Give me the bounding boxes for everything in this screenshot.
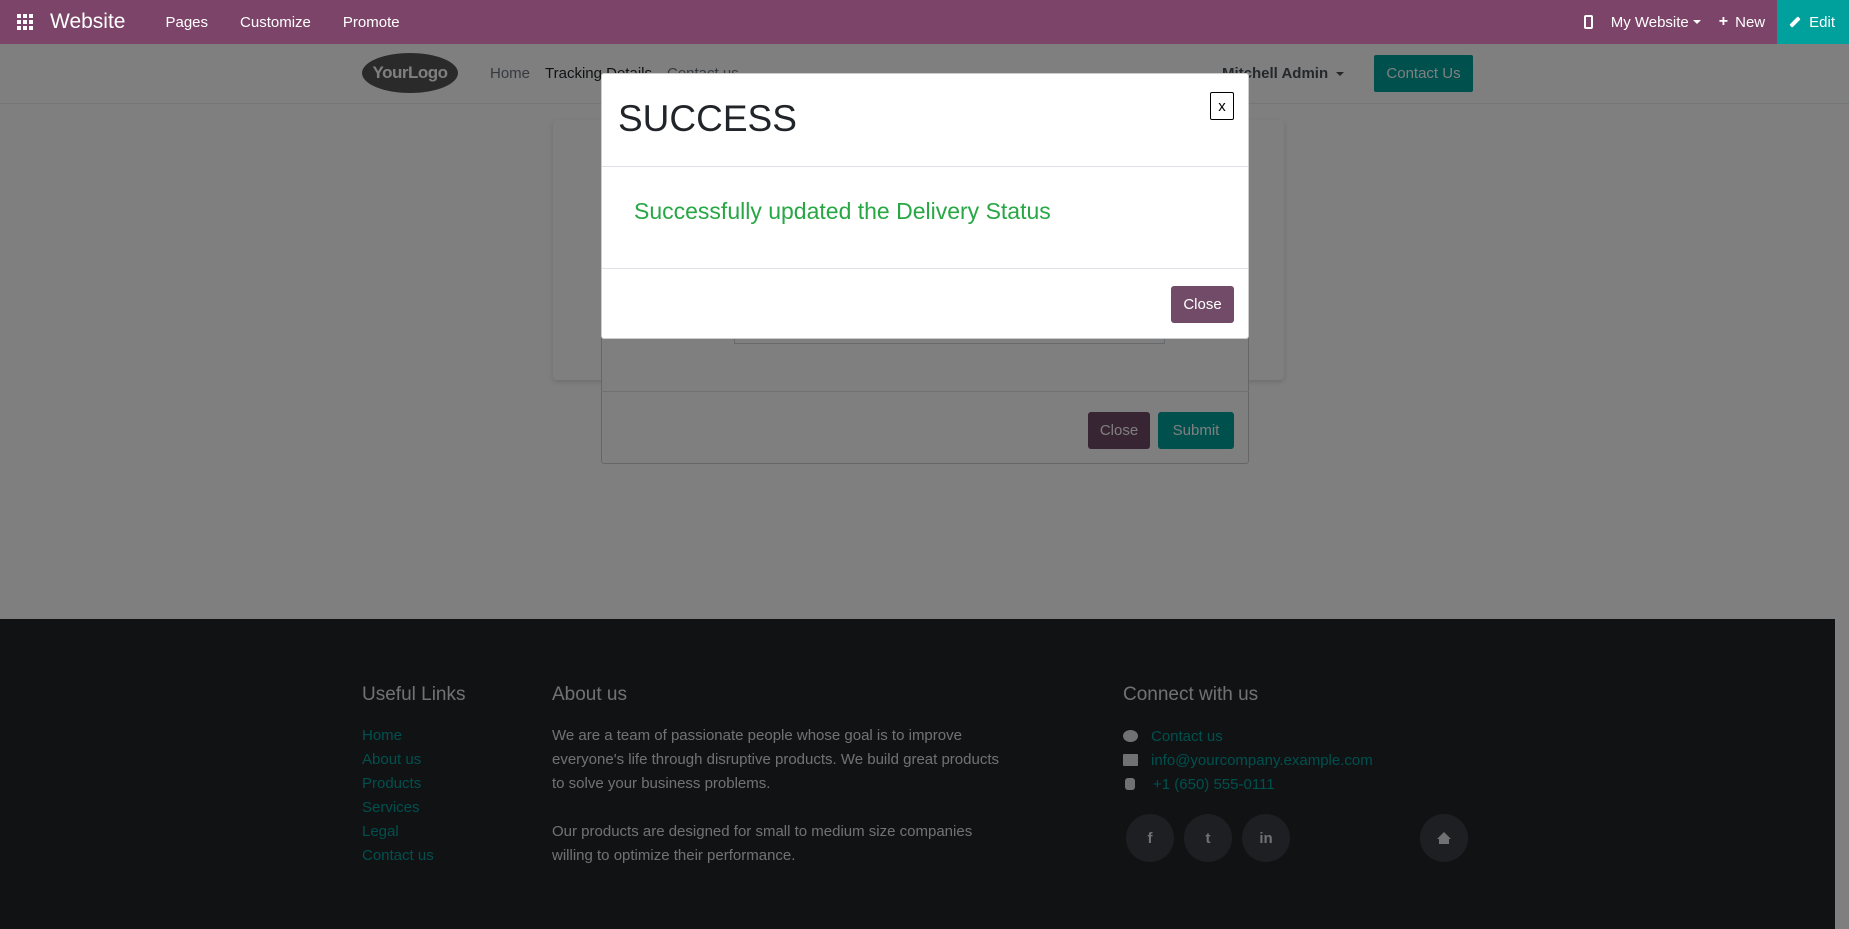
edit-button-label: Edit xyxy=(1809,13,1835,31)
app-title: Website xyxy=(50,10,126,33)
modal-divider-top xyxy=(602,166,1248,167)
edit-button[interactable]: Edit xyxy=(1777,0,1849,44)
plus-icon: + xyxy=(1718,13,1729,30)
menu-pages[interactable]: Pages xyxy=(165,14,208,31)
website-switcher[interactable]: My Website xyxy=(1611,14,1701,31)
mobile-preview-icon[interactable] xyxy=(1583,15,1593,29)
success-modal: SUCCESS x Successfully updated the Deliv… xyxy=(601,73,1249,339)
caret-down-icon xyxy=(1692,20,1701,24)
menu-promote[interactable]: Promote xyxy=(343,14,400,31)
apps-menu-icon[interactable] xyxy=(0,0,50,44)
success-message: Successfully updated the Delivery Status xyxy=(634,198,1051,224)
admin-navbar: Website Pages Customize Promote My Websi… xyxy=(0,0,1849,44)
success-close-button[interactable]: Close xyxy=(1171,286,1234,323)
close-x-button[interactable]: x xyxy=(1210,92,1234,120)
pencil-icon xyxy=(1789,16,1801,28)
menu-customize[interactable]: Customize xyxy=(240,14,311,31)
modal-divider-bottom xyxy=(602,268,1248,269)
success-title: SUCCESS xyxy=(618,98,797,139)
website-switcher-label: My Website xyxy=(1610,13,1689,31)
new-button[interactable]: + New xyxy=(1719,13,1765,31)
new-button-label: New xyxy=(1735,13,1766,31)
